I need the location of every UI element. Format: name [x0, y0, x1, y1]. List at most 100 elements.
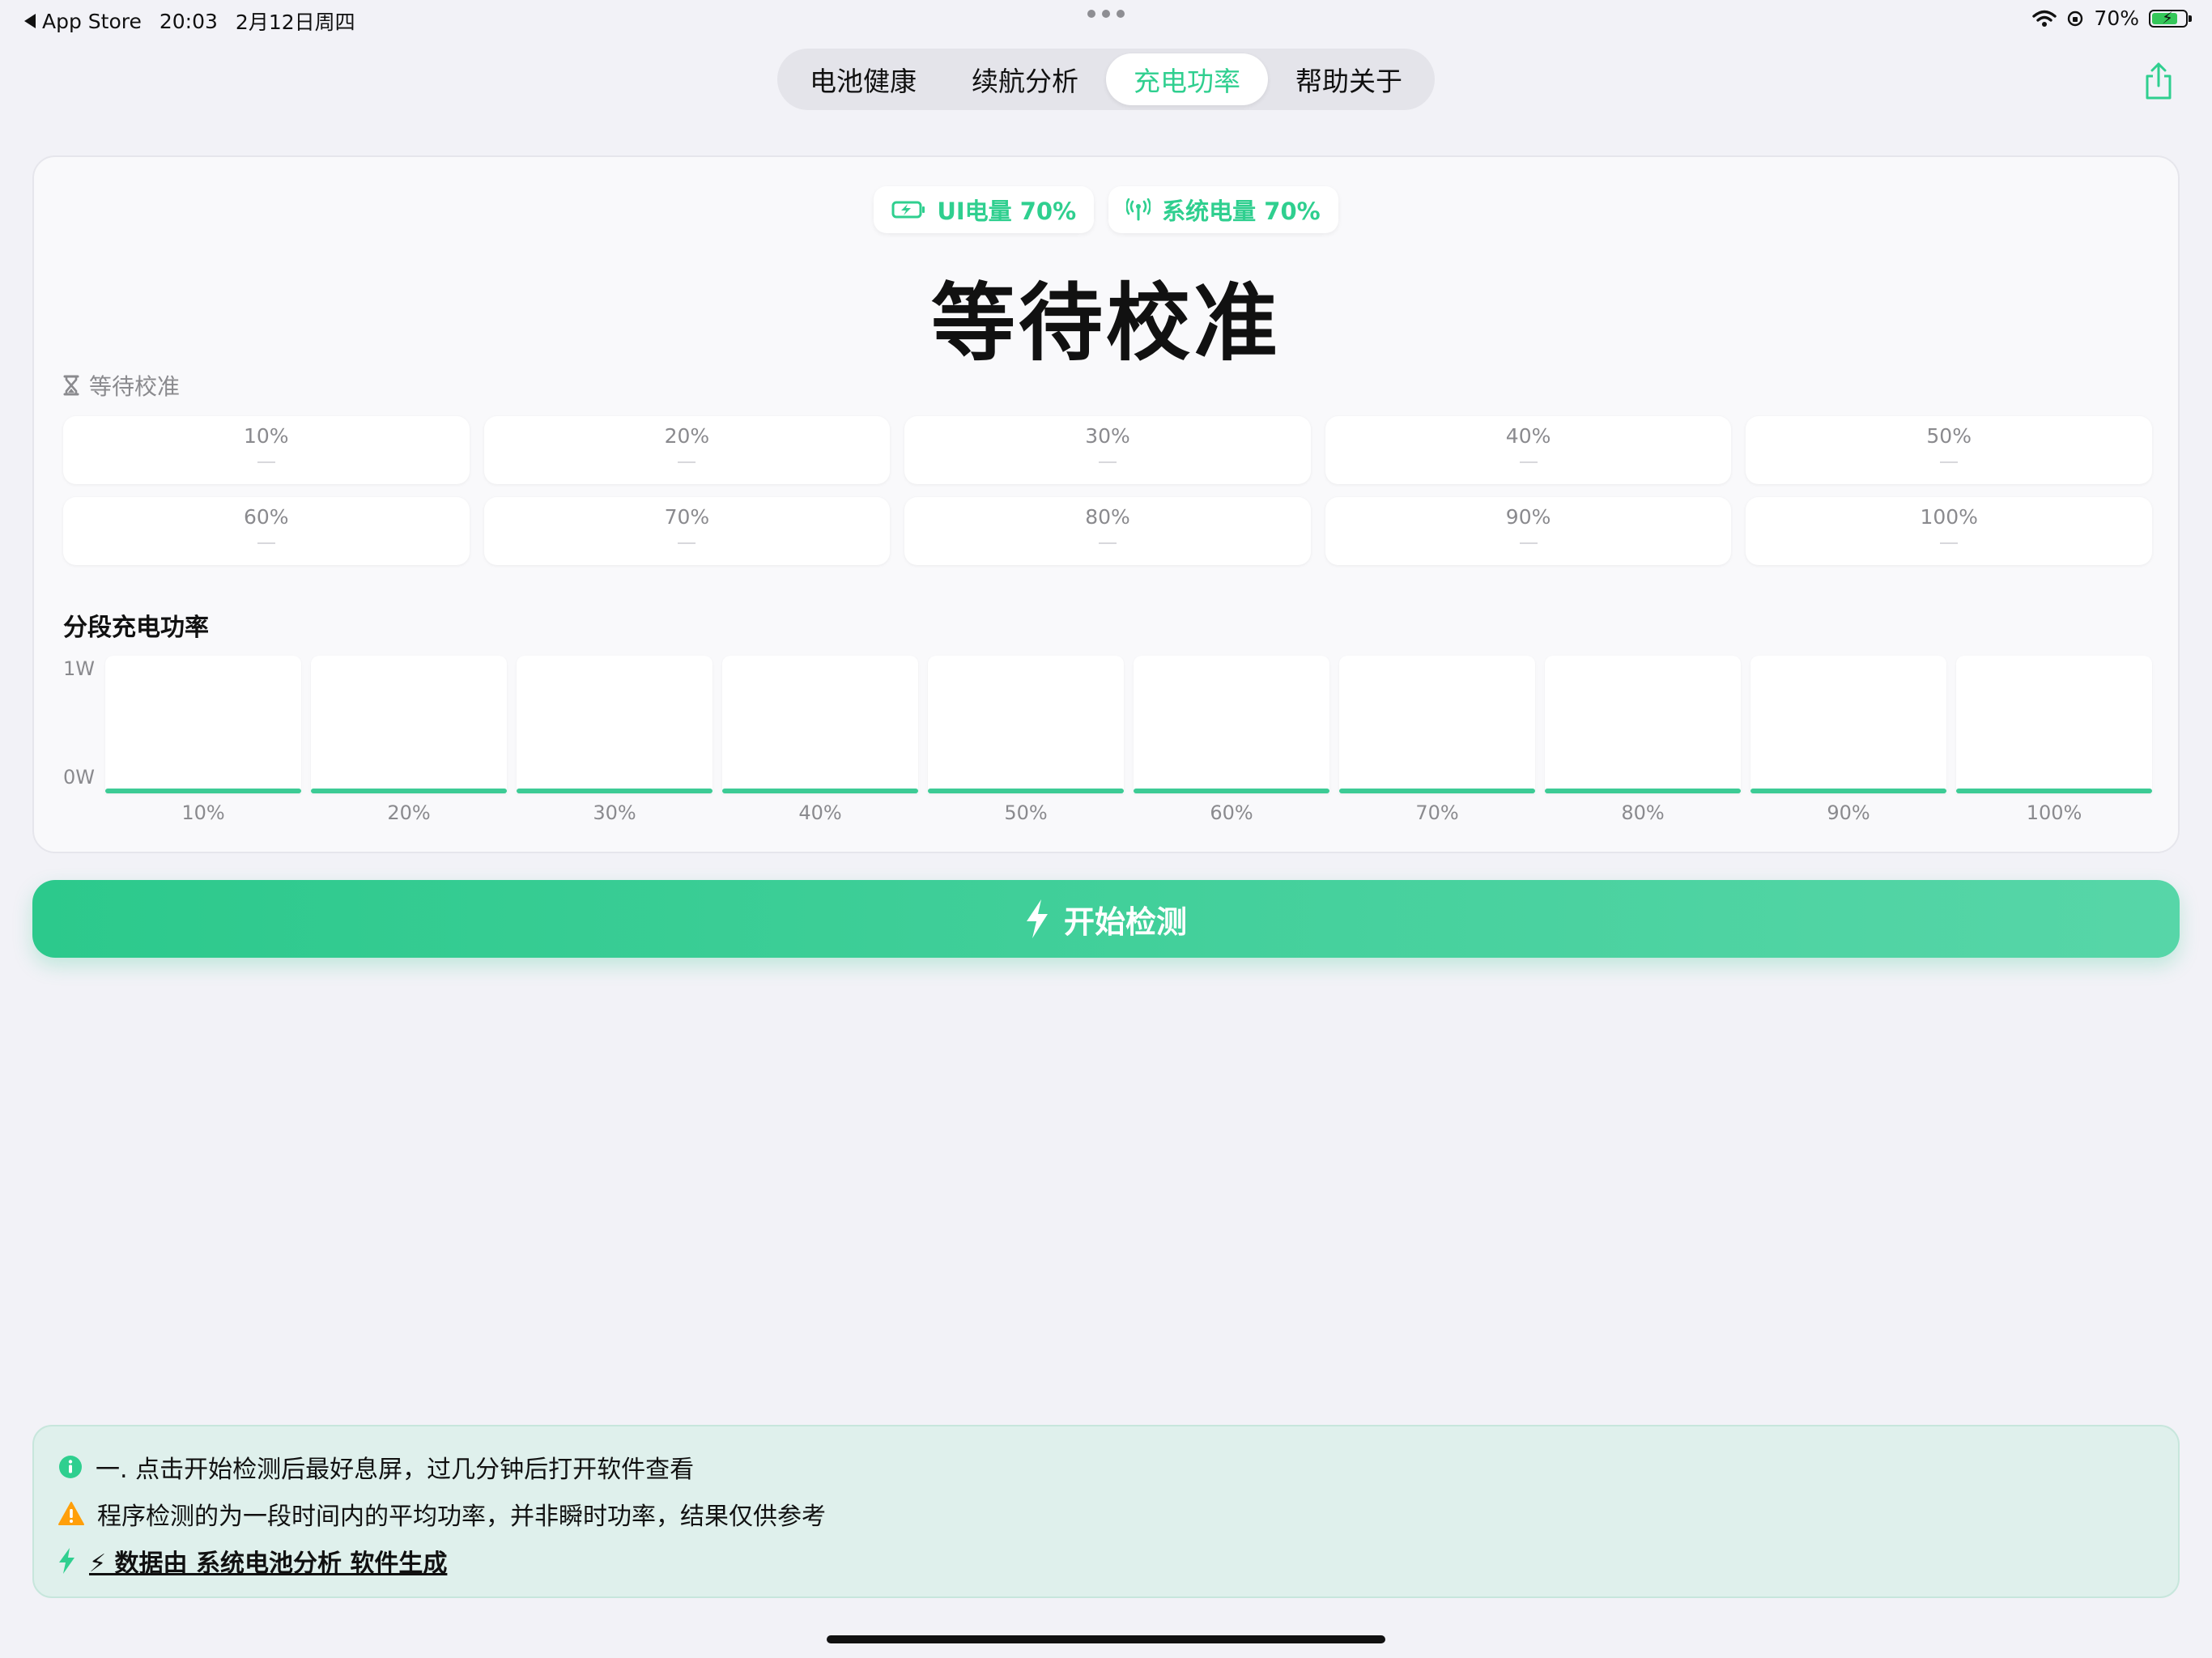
share-icon[interactable] [2142, 62, 2175, 100]
bar-value-fill [1545, 789, 1741, 793]
bar-value-fill [928, 789, 1124, 793]
bar-value-fill [105, 789, 301, 793]
cell-empty-value [1519, 542, 1538, 544]
chart-bar [1750, 656, 1946, 793]
calibration-cell: 30% [904, 416, 1311, 484]
cell-empty-value [1098, 542, 1117, 544]
start-detection-label: 开始检测 [1063, 903, 1187, 940]
bolt-icon [59, 1548, 74, 1574]
antenna-icon [1126, 198, 1151, 221]
bar-value-fill [311, 789, 507, 793]
x-tick-label: 100% [2026, 801, 2082, 824]
chart-bar [722, 656, 918, 793]
chart-bar [311, 656, 507, 793]
cell-percent: 30% [1085, 424, 1130, 448]
chart-bar [1545, 656, 1741, 793]
chart-bar [517, 656, 713, 793]
back-label: App Store [42, 9, 142, 33]
hourglass-icon [63, 375, 79, 396]
battery-icon: ⚡ [2149, 8, 2192, 28]
system-level-pill: 系统电量 70% [1108, 186, 1338, 233]
chart-bar [1339, 656, 1535, 793]
cell-empty-value [1098, 461, 1117, 463]
tab-endurance-analysis[interactable]: 续航分析 [944, 53, 1106, 105]
cell-empty-value [1940, 542, 1959, 544]
tab-charging-power[interactable]: 充电功率 [1106, 53, 1268, 105]
chart-bars [105, 656, 2152, 793]
calibration-status-text: 等待校准 [89, 373, 181, 400]
bar-value-fill [517, 789, 713, 793]
x-tick-label: 20% [387, 801, 431, 824]
home-indicator[interactable] [827, 1635, 1385, 1643]
bar-value-fill [722, 789, 918, 793]
calibration-cell: 80% [904, 497, 1311, 565]
back-to-app-store[interactable]: App Store [24, 10, 142, 33]
info-icon [59, 1456, 82, 1478]
bar-value-fill [1750, 789, 1946, 793]
calibration-cell: 60% [63, 497, 470, 565]
cell-percent: 60% [244, 505, 289, 529]
app-source-link[interactable]: ⚡ 数据由 系统电池分析 软件生成 [89, 1543, 447, 1579]
ui-level-pill: UI电量 70% [874, 186, 1095, 233]
calibration-status-title: 等待校准 [930, 274, 1281, 372]
bar-value-fill [1339, 789, 1535, 793]
calibration-cell: 10% [63, 416, 470, 484]
x-tick-label: 30% [593, 801, 636, 824]
start-detection-button[interactable]: 开始检测 [32, 880, 2180, 958]
orientation-lock-icon [2068, 11, 2083, 26]
source-row: ⚡ 数据由 系统电池分析 软件生成 [58, 1543, 447, 1579]
x-tick-label: 60% [1210, 801, 1253, 824]
segment-power-chart: 1W 0W 10% 20% 30% 40% 50% 60% 70% 80% 90% 100% [63, 656, 2152, 831]
calibration-cell: 100% [1746, 497, 2152, 565]
warning-row: 程序检测的为一段时间内的平均功率，并非瞬时功率，结果仅供参考 [58, 1496, 826, 1532]
chart-bar [1134, 656, 1329, 793]
cell-percent: 20% [664, 424, 710, 448]
chart-bar [105, 656, 301, 793]
battery-charging-icon [891, 201, 925, 219]
x-tick-label: 90% [1827, 801, 1870, 824]
x-tick-label: 70% [1415, 801, 1459, 824]
cell-percent: 90% [1505, 505, 1551, 529]
bar-value-fill [1134, 789, 1329, 793]
calibration-cell: 40% [1325, 416, 1732, 484]
y-tick-label: 0W [63, 766, 95, 789]
charging-power-card: UI电量 70% 系统电量 70% 等待校准 等待校准 10% 20% 30% [32, 155, 2180, 853]
cell-empty-value [1519, 461, 1538, 463]
chart-bar [928, 656, 1124, 793]
warning-text: 程序检测的为一段时间内的平均功率，并非瞬时功率，结果仅供参考 [97, 1503, 826, 1531]
battery-percent: 70% [2094, 6, 2139, 30]
calibration-cell: 50% [1746, 416, 2152, 484]
calibration-cell: 90% [1325, 497, 1732, 565]
x-tick-label: 80% [1621, 801, 1665, 824]
chart-title: 分段充电功率 [63, 614, 209, 642]
status-bar: App Store 20:03 2月12日周四 70% ⚡ [0, 0, 2212, 39]
tab-help-about[interactable]: 帮助关于 [1268, 53, 1430, 105]
system-level-text: 系统电量 70% [1162, 198, 1321, 225]
x-tick-label: 10% [181, 801, 225, 824]
x-axis-labels: 10% 20% 30% 40% 50% 60% 70% 80% 90% 100% [105, 801, 2152, 824]
cell-empty-value [1940, 461, 1959, 463]
back-arrow-icon [24, 14, 36, 28]
calibration-cell: 20% [483, 416, 891, 484]
ui-level-text: UI电量 70% [937, 198, 1077, 225]
date: 2月12日周四 [235, 11, 355, 34]
cell-empty-value [678, 542, 696, 544]
x-tick-label: 50% [1004, 801, 1048, 824]
y-tick-label: 1W [63, 657, 95, 680]
cell-percent: 70% [664, 505, 710, 529]
calibration-grid: 10% 20% 30% 40% 50% 60% 70% 80% 90% 100% [63, 416, 2152, 565]
tab-battery-health[interactable]: 电池健康 [782, 53, 944, 105]
calibration-cell: 70% [483, 497, 891, 565]
segmented-tab-bar: 电池健康 续航分析 充电功率 帮助关于 [777, 49, 1435, 110]
wifi-icon [2032, 10, 2057, 27]
cell-percent: 50% [1926, 424, 1972, 448]
info-row: 一. 点击开始检测后最好息屏，过几分钟后打开软件查看 [58, 1449, 694, 1485]
bolt-icon [1026, 899, 1048, 938]
cell-empty-value [678, 461, 696, 463]
multitasking-dots[interactable] [1087, 10, 1125, 18]
cell-percent: 40% [1505, 424, 1551, 448]
calibration-status-row: 等待校准 [63, 369, 180, 402]
cell-percent: 100% [1920, 505, 1978, 529]
info-text: 一. 点击开始检测后最好息屏，过几分钟后打开软件查看 [96, 1456, 695, 1484]
battery-level-pills: UI电量 70% 系统电量 70% [34, 186, 2178, 233]
